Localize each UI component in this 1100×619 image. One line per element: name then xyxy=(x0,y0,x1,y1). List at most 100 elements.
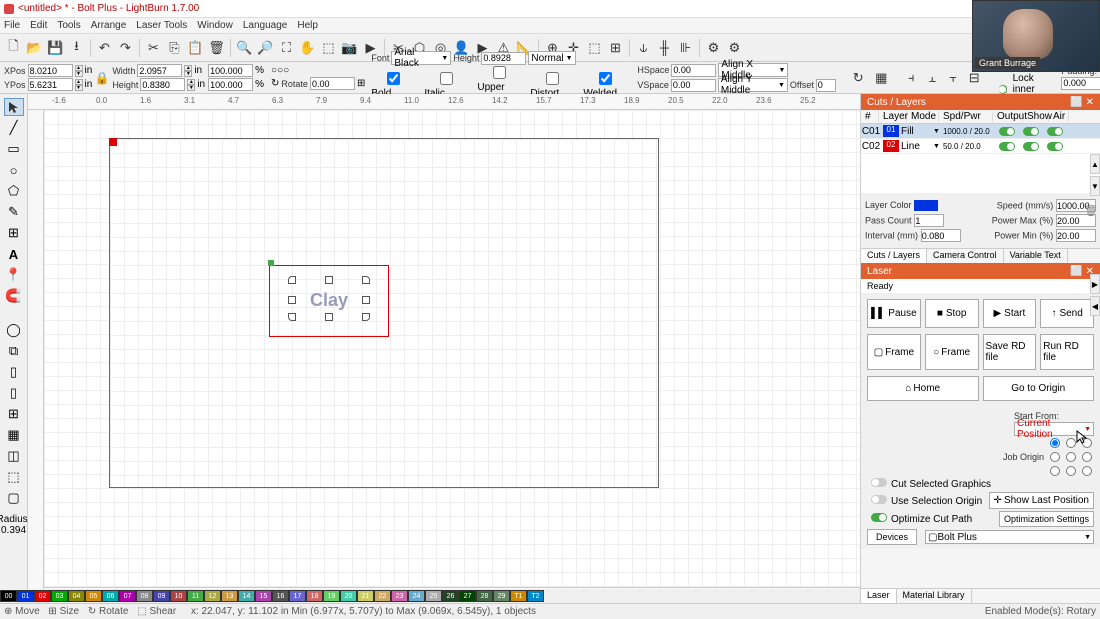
offset-input[interactable] xyxy=(816,79,836,92)
send-button[interactable]: ↑Send xyxy=(1040,299,1094,328)
canvas[interactable]: Clay xyxy=(44,110,860,587)
layer-row-1[interactable]: C01 01 Fill ▼ 1000.0 / 20.0 xyxy=(861,124,1100,139)
color-swatch-02[interactable]: 02 xyxy=(34,590,51,602)
delete-icon[interactable]: 🗑 xyxy=(207,38,226,57)
font-height-input[interactable] xyxy=(481,52,526,65)
line-tool-icon[interactable]: ╱ xyxy=(4,119,24,137)
distort-check[interactable] xyxy=(530,72,575,85)
menu-laser-tools[interactable]: Laser Tools xyxy=(136,20,187,31)
frame2-button[interactable]: ○Frame xyxy=(925,334,979,370)
show-last-button[interactable]: ✛Show Last Position xyxy=(989,492,1094,509)
color-swatch-23[interactable]: 23 xyxy=(391,590,408,602)
handle-tr[interactable] xyxy=(362,276,370,284)
marker-tool-icon[interactable]: 📍 xyxy=(4,266,24,284)
color-swatch-01[interactable]: 01 xyxy=(17,590,34,602)
menu-language[interactable]: Language xyxy=(243,20,288,31)
welded-check[interactable] xyxy=(583,72,628,85)
vspace-input[interactable] xyxy=(671,79,716,92)
save-rd-button[interactable]: Save RD file xyxy=(983,334,1037,370)
output-toggle-2[interactable] xyxy=(999,142,1015,151)
align-r-icon[interactable]: ⫟ xyxy=(944,68,963,87)
color-swatch-17[interactable]: 17 xyxy=(289,590,306,602)
handle-tl[interactable] xyxy=(288,276,296,284)
italic-check[interactable] xyxy=(424,72,469,85)
settings2-icon[interactable]: ⚙ xyxy=(725,38,744,57)
color-swatch-10[interactable]: 10 xyxy=(170,590,187,602)
layer-icon[interactable]: ⧉ xyxy=(4,342,24,360)
bool2-icon[interactable]: ⬚ xyxy=(4,468,24,486)
height-input[interactable] xyxy=(140,78,185,91)
pan-icon[interactable]: ✋ xyxy=(298,38,317,57)
color-swatch-04[interactable]: 04 xyxy=(68,590,85,602)
expand-l-icon[interactable]: ◀ xyxy=(1090,296,1100,316)
magnet-icon[interactable]: 🧲 xyxy=(4,287,24,305)
dist-icon[interactable]: ⊪ xyxy=(676,38,695,57)
color-swatch-T1[interactable]: T1 xyxy=(510,590,527,602)
tab-camera[interactable]: Camera Control xyxy=(927,249,1004,263)
new-icon[interactable]: 🗋 xyxy=(4,38,23,57)
color-swatch-25[interactable]: 25 xyxy=(425,590,442,602)
pmin-input[interactable] xyxy=(1056,229,1096,242)
zoom-fit-icon[interactable]: ⛶ xyxy=(277,38,296,57)
bool3-icon[interactable]: ▢ xyxy=(4,489,24,507)
color-swatch-00[interactable]: 00 xyxy=(0,590,17,602)
camera-icon[interactable]: 📷 xyxy=(340,38,359,57)
color-swatch-05[interactable]: 05 xyxy=(85,590,102,602)
copy-icon[interactable]: ⎘ xyxy=(165,38,184,57)
handle-bm[interactable] xyxy=(325,313,333,321)
home-button[interactable]: ⌂Home xyxy=(867,376,979,401)
xpos-input[interactable] xyxy=(28,64,73,77)
color-swatch-03[interactable]: 03 xyxy=(51,590,68,602)
color-swatch-14[interactable]: 14 xyxy=(238,590,255,602)
color-swatch-12[interactable]: 12 xyxy=(204,590,221,602)
cut-icon[interactable]: ✂ xyxy=(144,38,163,57)
color-swatch-19[interactable]: 19 xyxy=(323,590,340,602)
canvas-area[interactable]: -1.6 0.0 1.6 3.1 4.7 6.3 7.9 9.4 11.0 12… xyxy=(28,94,860,603)
cuts-panel-header[interactable]: Cuts / Layers ⬜ ✕ xyxy=(861,94,1100,110)
goto-origin-button[interactable]: Go to Origin xyxy=(983,376,1095,401)
color-swatch-18[interactable]: 18 xyxy=(306,590,323,602)
lock-inner-toggle[interactable] xyxy=(999,85,1007,94)
align-c-icon[interactable]: ⫠ xyxy=(923,68,942,87)
handle-tm[interactable] xyxy=(325,276,333,284)
layer-row-2[interactable]: C02 02 Line ▼ 50.0 / 20.0 xyxy=(861,139,1100,154)
tab-laser[interactable]: Laser xyxy=(861,589,897,603)
output-toggle-1[interactable] xyxy=(999,127,1015,136)
menu-file[interactable]: File xyxy=(4,20,20,31)
stack1-icon[interactable]: ▯ xyxy=(4,363,24,381)
color-swatch-T2[interactable]: T2 xyxy=(527,590,544,602)
color-swatch-06[interactable]: 06 xyxy=(102,590,119,602)
opt-path-toggle[interactable] xyxy=(871,513,887,522)
upper-check[interactable] xyxy=(477,66,522,79)
color-swatch-07[interactable]: 07 xyxy=(119,590,136,602)
handle-br[interactable] xyxy=(362,313,370,321)
devices-button[interactable]: Devices xyxy=(867,529,917,545)
color-swatch-09[interactable]: 09 xyxy=(153,590,170,602)
color-swatch-28[interactable]: 28 xyxy=(476,590,493,602)
select-tool-icon[interactable] xyxy=(4,98,24,116)
opt-settings-button[interactable]: Optimization Settings xyxy=(999,511,1094,527)
color-swatch-15[interactable]: 15 xyxy=(255,590,272,602)
use-sel-toggle[interactable] xyxy=(871,495,887,504)
menu-arrange[interactable]: Arrange xyxy=(91,20,127,31)
ellipse-tool-icon[interactable]: ○ xyxy=(4,161,24,179)
color-swatch-20[interactable]: 20 xyxy=(340,590,357,602)
edit-nodes-icon[interactable]: ✎ xyxy=(4,203,24,221)
layer-color-swatch[interactable] xyxy=(914,200,938,211)
align-icon[interactable]: ⫝ xyxy=(634,38,653,57)
lock-icon[interactable]: 🔒 xyxy=(95,70,109,86)
color-swatch-27[interactable]: 27 xyxy=(459,590,476,602)
ypos-input[interactable] xyxy=(28,78,73,91)
zoom-out-icon[interactable]: 🔎 xyxy=(256,38,275,57)
rotation-handle[interactable] xyxy=(268,260,274,266)
hspace-input[interactable] xyxy=(671,64,716,77)
open-icon[interactable]: 📂 xyxy=(25,38,44,57)
align-l-icon[interactable]: ⫞ xyxy=(902,68,921,87)
menu-window[interactable]: Window xyxy=(197,20,233,31)
menu-tools[interactable]: Tools xyxy=(57,20,80,31)
select-frame-icon[interactable]: ⬚ xyxy=(319,38,338,57)
start-button[interactable]: ▶Start xyxy=(983,299,1037,328)
color-swatch-08[interactable]: 08 xyxy=(136,590,153,602)
cut-sel-toggle[interactable] xyxy=(871,478,887,487)
tab-vartext[interactable]: Variable Text xyxy=(1004,249,1068,263)
